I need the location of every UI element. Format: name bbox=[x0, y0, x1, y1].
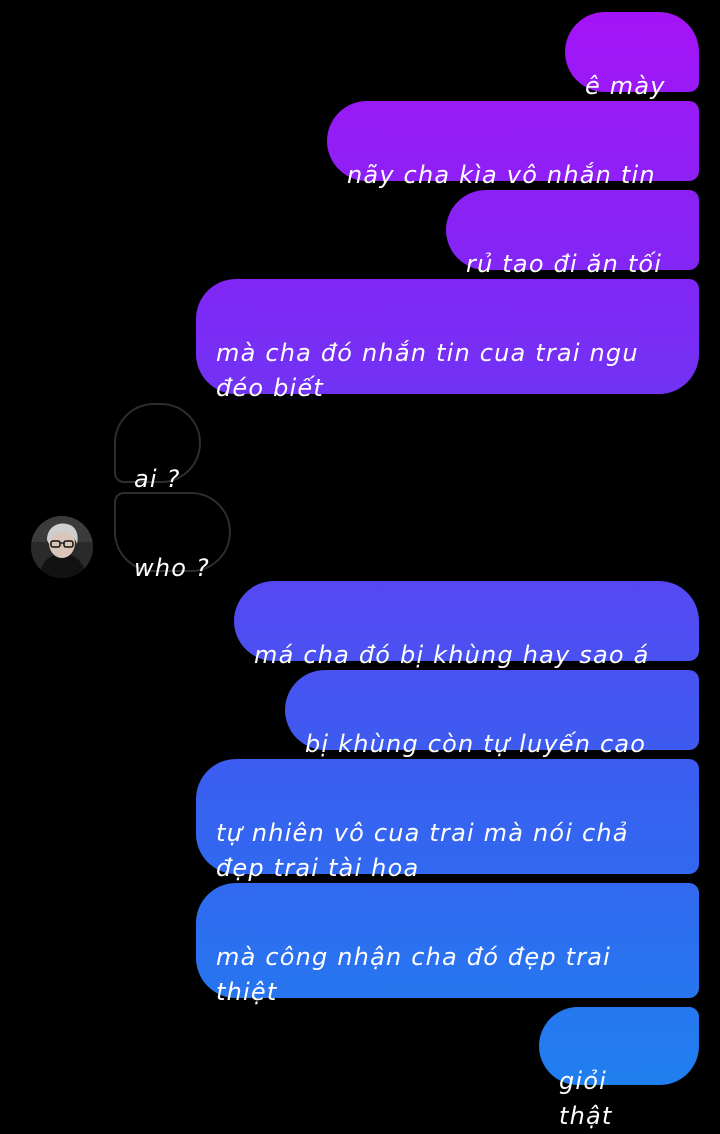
sent-message-bubble[interactable]: rủ tao đi ăn tối bbox=[446, 190, 699, 278]
contact-avatar-photo bbox=[31, 516, 93, 578]
message-text: ai ? bbox=[134, 465, 181, 493]
message-text: má cha đó bị khùng hay sao á bbox=[254, 641, 650, 669]
sent-message-bubble[interactable]: bị khùng còn tự luyến cao bbox=[285, 670, 699, 758]
sent-message-bubble[interactable]: mà cha đó nhắn tin cua trai ngu đéo biết bbox=[196, 279, 699, 402]
message-text: rủ tao đi ăn tối bbox=[466, 250, 663, 278]
message-text: ê mày bbox=[585, 72, 666, 100]
message-text: who ? bbox=[134, 554, 210, 582]
received-message-bubble[interactable]: who ? bbox=[114, 492, 231, 582]
message-text: mà cha đó nhắn tin cua trai ngu đéo biết bbox=[216, 339, 639, 402]
sent-message-bubble[interactable]: má cha đó bị khùng hay sao á bbox=[234, 581, 699, 669]
contact-avatar[interactable] bbox=[31, 516, 93, 578]
message-text: bị khùng còn tự luyến cao bbox=[305, 730, 647, 758]
sent-message-bubble[interactable]: giỏi thật bbox=[539, 1007, 699, 1130]
message-text: tự nhiên vô cua trai mà nói chả đẹp trai… bbox=[216, 819, 629, 882]
sent-message-bubble[interactable]: mà công nhận cha đó đẹp trai thiệt bbox=[196, 883, 699, 1006]
message-text: nãy cha kìa vô nhắn tin bbox=[347, 161, 656, 189]
received-message-bubble[interactable]: ai ? bbox=[114, 403, 201, 493]
sent-message-bubble[interactable]: ê mày bbox=[565, 12, 699, 100]
sent-message-bubble[interactable]: nãy cha kìa vô nhắn tin bbox=[327, 101, 699, 189]
message-text: mà công nhận cha đó đẹp trai thiệt bbox=[216, 943, 612, 1006]
message-text: giỏi thật bbox=[559, 1067, 613, 1130]
sent-message-bubble[interactable]: tự nhiên vô cua trai mà nói chả đẹp trai… bbox=[196, 759, 699, 917]
